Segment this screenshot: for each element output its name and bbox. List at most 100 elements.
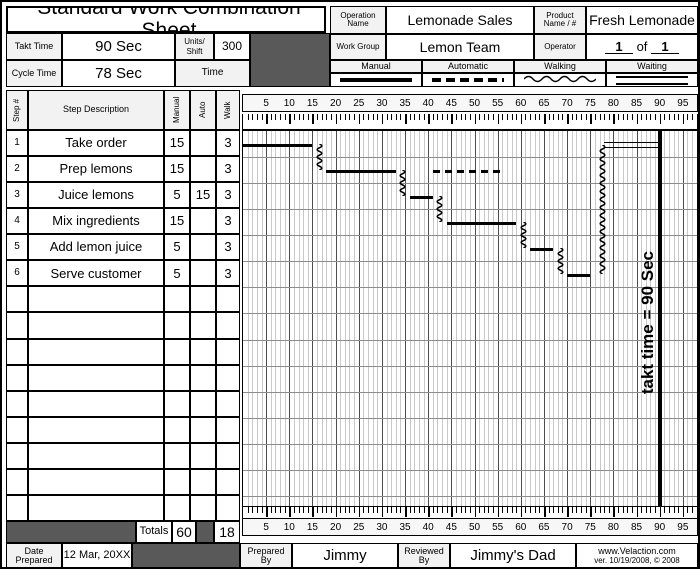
table-row-walk[interactable]	[216, 442, 240, 469]
totals-label: Totals	[136, 521, 172, 543]
table-row-auto[interactable]	[190, 130, 216, 157]
axis-tick	[543, 507, 546, 517]
table-row-auto[interactable]	[190, 494, 216, 522]
table-row-walk[interactable]: 3	[216, 182, 240, 209]
table-row-manual[interactable]	[164, 442, 190, 469]
table-row-description[interactable]: Mix ingredients	[28, 208, 164, 235]
operator-total[interactable]: 1	[651, 40, 679, 55]
axis-tick-label: 35	[399, 98, 411, 109]
gridline-minor	[539, 131, 541, 520]
gridline-minor	[307, 131, 309, 520]
date-prepared-value[interactable]: 12 Mar, 20XX	[62, 543, 132, 567]
axis-tick	[437, 507, 439, 513]
table-row-manual[interactable]: 15	[164, 130, 190, 157]
prepared-by-label: Prepared By	[240, 543, 292, 567]
table-row-description[interactable]	[28, 468, 164, 495]
axis-tick	[261, 114, 263, 120]
axis-tick-label: 45	[445, 522, 457, 533]
table-row-description[interactable]	[28, 442, 164, 469]
gridline-minor	[363, 131, 365, 520]
gridline-minor	[594, 131, 596, 520]
gridline-minor	[423, 131, 425, 520]
table-row-description[interactable]	[28, 286, 164, 313]
table-row-description[interactable]: Prep lemons	[28, 156, 164, 183]
axis-tick	[502, 507, 504, 513]
table-row-manual[interactable]	[164, 416, 190, 443]
prepared-by-value[interactable]: Jimmy	[292, 543, 398, 567]
table-row-manual[interactable]	[164, 390, 190, 417]
table-row-walk[interactable]: 3	[216, 234, 240, 261]
table-row-manual[interactable]	[164, 338, 190, 365]
axis-tick	[442, 114, 444, 120]
table-row-manual[interactable]	[164, 468, 190, 495]
gridline-minor	[437, 131, 439, 520]
axis-tick	[687, 114, 689, 120]
table-row-manual[interactable]: 5	[164, 260, 190, 287]
table-row-manual[interactable]: 5	[164, 182, 190, 209]
axis-tick-label: 30	[376, 98, 388, 109]
reviewed-by-value[interactable]: Jimmy's Dad	[450, 543, 576, 567]
table-row-manual[interactable]	[164, 494, 190, 522]
table-row-description[interactable]	[28, 312, 164, 339]
table-row-auto[interactable]	[190, 234, 216, 261]
axis-tick	[608, 114, 610, 120]
table-row-description[interactable]	[28, 364, 164, 391]
table-row-walk[interactable]	[216, 364, 240, 391]
table-row-auto[interactable]	[190, 156, 216, 183]
gridline-minor	[580, 131, 582, 520]
table-row-description[interactable]	[28, 390, 164, 417]
axis-tick	[437, 114, 439, 120]
gridline-minor	[455, 131, 457, 520]
chart-row-separator	[243, 470, 697, 471]
table-row-walk[interactable]	[216, 312, 240, 339]
table-row-step	[6, 494, 28, 522]
table-row-manual[interactable]	[164, 364, 190, 391]
table-row-manual[interactable]: 15	[164, 156, 190, 183]
table-row-auto[interactable]	[190, 442, 216, 469]
axis-tick	[247, 507, 249, 513]
table-row-auto[interactable]	[190, 286, 216, 313]
gridline-minor	[372, 131, 374, 520]
table-row-walk[interactable]	[216, 390, 240, 417]
table-row-walk[interactable]	[216, 286, 240, 313]
website-link[interactable]: www.Velaction.com	[598, 546, 676, 556]
table-row-manual[interactable]	[164, 312, 190, 339]
table-row-auto[interactable]	[190, 468, 216, 495]
table-row-walk[interactable]: 3	[216, 156, 240, 183]
table-row-auto[interactable]: 15	[190, 182, 216, 209]
axis-tick	[608, 507, 610, 513]
table-row-walk[interactable]	[216, 338, 240, 365]
chart-row-separator	[243, 392, 697, 393]
axis-tick-label: 30	[376, 522, 388, 533]
table-row-description[interactable]	[28, 494, 164, 522]
table-row-manual[interactable]	[164, 286, 190, 313]
table-row-manual[interactable]: 15	[164, 208, 190, 235]
axis-tick	[446, 114, 448, 120]
column-header-walk: Walk	[216, 90, 240, 130]
table-row-auto[interactable]	[190, 208, 216, 235]
operator-number[interactable]: 1	[605, 40, 633, 55]
table-row-walk[interactable]: 3	[216, 130, 240, 157]
table-row-description[interactable]: Add lemon juice	[28, 234, 164, 261]
table-row-description[interactable]	[28, 338, 164, 365]
units-shift-label: Units/ Shift	[175, 33, 214, 60]
table-row-auto[interactable]	[190, 364, 216, 391]
page-title: Standard Work Combination Sheet	[6, 6, 326, 33]
axis-tick-label: 45	[445, 98, 457, 109]
table-row-walk[interactable]	[216, 416, 240, 443]
table-row-auto[interactable]	[190, 312, 216, 339]
table-row-auto[interactable]	[190, 416, 216, 443]
table-row-auto[interactable]	[190, 390, 216, 417]
table-row-description[interactable]: Take order	[28, 130, 164, 157]
table-row-walk[interactable]: 3	[216, 260, 240, 287]
table-row-auto[interactable]	[190, 260, 216, 287]
table-row-description[interactable]: Juice lemons	[28, 182, 164, 209]
table-row-description[interactable]: Serve customer	[28, 260, 164, 287]
table-row-walk[interactable]	[216, 468, 240, 495]
table-row-description[interactable]	[28, 416, 164, 443]
table-row-auto[interactable]	[190, 338, 216, 365]
table-row-walk[interactable]: 3	[216, 208, 240, 235]
table-row-walk[interactable]	[216, 494, 240, 522]
table-row-manual[interactable]: 5	[164, 234, 190, 261]
date-prepared-label: Date Prepared	[6, 543, 62, 567]
